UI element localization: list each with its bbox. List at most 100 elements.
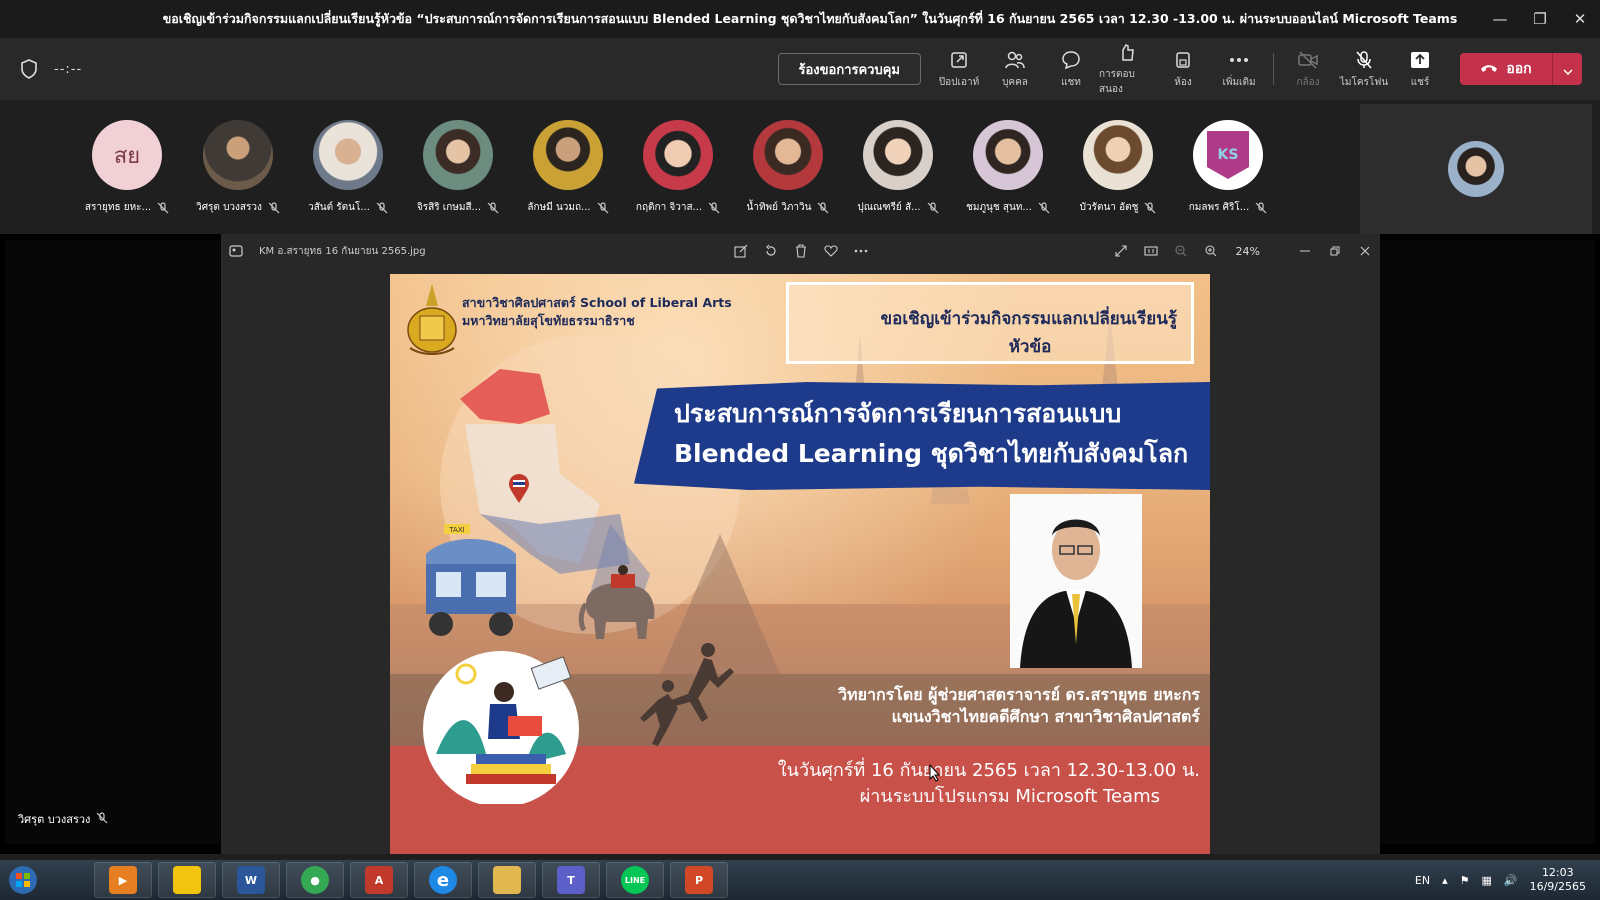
participant-name: จิรสิริ เกษมสี...: [416, 202, 482, 213]
media-player-icon: ▶: [109, 866, 137, 894]
more-options-icon[interactable]: [846, 234, 876, 268]
line-icon: LINE: [621, 866, 649, 894]
participant-tile[interactable]: กฤติกา จิวาส...: [628, 120, 728, 215]
shield-icon: [18, 57, 40, 81]
photo-viewer-window: KM อ.สรายุทธ 16 กันยายน 2565.jpg 24% สาข…: [221, 234, 1380, 854]
reactions-button[interactable]: การตอบสนอง: [1099, 41, 1155, 97]
viewer-close-icon[interactable]: [1350, 234, 1380, 268]
avatar: KS: [1193, 120, 1263, 190]
taskbar-app-word[interactable]: W: [222, 862, 280, 898]
more-icon: [1227, 49, 1251, 71]
favorite-heart-icon[interactable]: [816, 234, 846, 268]
show-hidden-icons-icon[interactable]: ▴: [1442, 874, 1448, 887]
event-date-time: ในวันศุกร์ที่ 16 กันยายน 2565 เวลา 12.30…: [777, 760, 1200, 781]
leave-options-button[interactable]: [1552, 53, 1582, 85]
delete-icon[interactable]: [786, 234, 816, 268]
taskbar-app-media-player[interactable]: ▶: [94, 862, 152, 898]
kmutt-badge-logo: KS: [1207, 131, 1249, 179]
action-center-flag-icon[interactable]: ⚑: [1460, 874, 1470, 887]
share-button[interactable]: แชร์: [1392, 49, 1448, 90]
windows-taskbar: ▶ W ● A e T LINE P EN ▴ ⚑ ▦ 🔊 12:03 16/9…: [0, 860, 1600, 900]
internet-explorer-icon: e: [429, 866, 457, 894]
more-button[interactable]: เพิ่มเติม: [1211, 49, 1267, 90]
avatar: [973, 120, 1043, 190]
speaker-photo: [1010, 494, 1142, 668]
mouse-cursor-icon: [929, 764, 941, 782]
participant-tile[interactable]: จิรสิริ เกษมสี...: [408, 120, 508, 215]
mic-off-icon: [927, 201, 939, 214]
fullscreen-icon[interactable]: [1106, 234, 1136, 268]
rooms-label: ห้อง: [1174, 76, 1192, 88]
clock[interactable]: 12:03 16/9/2565: [1530, 866, 1586, 894]
participant-name: วิศรุต บวงสรวง: [196, 202, 262, 213]
school-name: สาขาวิชาศิลปศาสตร์ School of Liberal Art…: [462, 294, 732, 330]
taskbar-app-file-explorer[interactable]: [478, 862, 536, 898]
event-poster-image: สาขาวิชาศิลปศาสตร์ School of Liberal Art…: [390, 274, 1210, 854]
mic-off-icon: [817, 201, 829, 214]
participant-name: กฤติกา จิวาส...: [635, 202, 703, 213]
people-button[interactable]: บุคคล: [987, 49, 1043, 90]
actual-size-icon[interactable]: [1136, 234, 1166, 268]
tuk-tuk-illustration: TAXI: [426, 524, 516, 636]
participant-tile[interactable]: สย สรายุทธ ยหะ...: [77, 120, 177, 215]
leave-control: ออก: [1460, 53, 1582, 85]
edit-icon[interactable]: [726, 234, 756, 268]
participant-name: สรายุทธ ยหะ...: [84, 202, 152, 213]
participant-name: กมลพร ศิริโ...: [1188, 202, 1250, 213]
self-video-preview[interactable]: [1360, 104, 1592, 234]
participant-tile[interactable]: ลักษมี นวมถ...: [518, 120, 618, 215]
taskbar-app-powerpoint[interactable]: P: [670, 862, 728, 898]
chrome-icon: ●: [301, 866, 329, 894]
request-control-button[interactable]: ร้องขอการควบคุม: [777, 53, 921, 85]
people-icon: [1003, 49, 1027, 71]
mic-off-icon: [157, 201, 169, 214]
share-label: แชร์: [1410, 76, 1430, 88]
popout-icon: [947, 49, 971, 71]
mic-off-icon: [376, 201, 388, 214]
chevron-down-icon: [1562, 60, 1573, 79]
language-indicator[interactable]: EN: [1415, 874, 1430, 887]
close-button[interactable]: ✕: [1560, 0, 1600, 38]
microphone-button[interactable]: ไมโครโฟน: [1336, 49, 1392, 90]
muay-thai-silhouette: [640, 643, 734, 746]
taskbar-app-sticky-notes[interactable]: [158, 862, 216, 898]
taxi-sign: TAXI: [448, 526, 464, 534]
folder-icon: [493, 866, 521, 894]
camera-button[interactable]: กล้อง: [1280, 49, 1336, 90]
topic-title-line1: ประสบการณ์การจัดการเรียนการสอนแบบ: [674, 399, 1122, 428]
system-tray: EN ▴ ⚑ ▦ 🔊 12:03 16/9/2565: [1415, 866, 1600, 894]
clock-date: 16/9/2565: [1529, 880, 1586, 893]
taskbar-app-teams[interactable]: T: [542, 862, 600, 898]
presenter-name: วิศรุต บวงสรวง: [18, 813, 91, 826]
participant-tile[interactable]: วิศรุต บวงสรวง: [188, 120, 288, 215]
taskbar-app-chrome[interactable]: ●: [286, 862, 344, 898]
zoom-out-icon[interactable]: [1166, 234, 1196, 268]
speaker-department: แขนงวิชาไทยคดีศึกษา สาขาวิชาศิลปศาสตร์: [891, 707, 1200, 726]
participant-tile[interactable]: ชมภูนุช สุนท...: [958, 120, 1058, 215]
participant-tile[interactable]: น้ำทิพย์ วิภาวิน: [738, 120, 838, 215]
participant-tile[interactable]: ปุณณฑรีย์ สั...: [848, 120, 948, 215]
participant-tile[interactable]: บัวรัตนา อัตชู: [1068, 120, 1168, 215]
popout-button[interactable]: ป๊อปเอาท์: [931, 49, 987, 90]
leave-button[interactable]: ออก: [1460, 53, 1552, 85]
network-icon[interactable]: ▦: [1481, 874, 1491, 887]
start-button[interactable]: [0, 860, 46, 900]
avatar-initials: สย: [113, 143, 141, 169]
volume-icon[interactable]: 🔊: [1504, 874, 1518, 887]
restore-button[interactable]: ❐: [1520, 0, 1560, 38]
rotate-icon[interactable]: [756, 234, 786, 268]
chat-button[interactable]: แชท: [1043, 49, 1099, 90]
viewer-minimize-icon[interactable]: [1290, 234, 1320, 268]
title-bar: ขอเชิญเข้าร่วมกิจกรรมแลกเปลี่ยนเรียนรู้ห…: [0, 0, 1600, 38]
participant-tile[interactable]: KS กมลพร ศิริโ...: [1178, 120, 1278, 215]
rooms-button[interactable]: ห้อง: [1155, 49, 1211, 90]
viewer-restore-icon[interactable]: [1320, 234, 1350, 268]
taskbar-app-internet-explorer[interactable]: e: [414, 862, 472, 898]
zoom-in-icon[interactable]: [1196, 234, 1226, 268]
participant-tile[interactable]: วสันต์ รัตนโ...: [298, 120, 398, 215]
minimize-button[interactable]: —: [1480, 0, 1520, 38]
taskbar-app-acrobat[interactable]: A: [350, 862, 408, 898]
rooms-icon: [1171, 49, 1195, 71]
powerpoint-icon: P: [685, 866, 713, 894]
taskbar-app-line[interactable]: LINE: [606, 862, 664, 898]
